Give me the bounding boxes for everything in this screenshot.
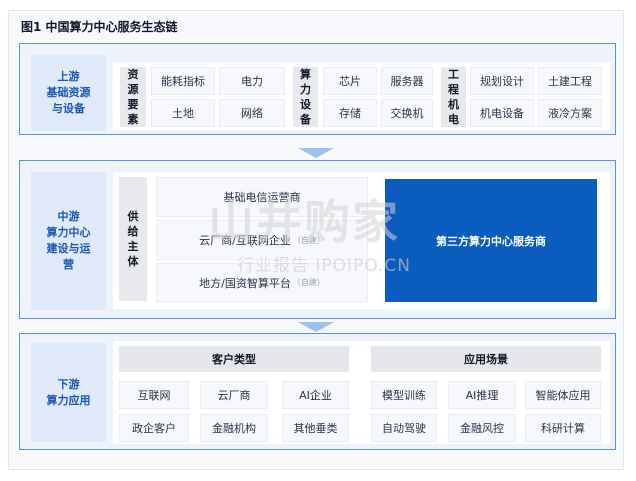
compute-item: 服务器 bbox=[381, 67, 433, 95]
third-party-provider-highlight: 第三方算力中心服务商 bbox=[385, 179, 597, 302]
upstream-label-line3: 与设备 bbox=[52, 102, 85, 115]
customer-item: AI企业 bbox=[282, 381, 349, 409]
compute-item: 存储 bbox=[323, 99, 377, 127]
scenario-item: 智能体应用 bbox=[525, 381, 601, 409]
downstream-label: 下游 算力应用 bbox=[31, 343, 106, 442]
midstream-label-line1: 中游 bbox=[57, 210, 80, 223]
supplier-note: （自建） bbox=[292, 278, 325, 287]
customer-item: 云厂商 bbox=[200, 381, 268, 409]
scenario-item: 科研计算 bbox=[525, 414, 601, 442]
supply-header: 供给主体 bbox=[119, 177, 147, 301]
flow-arrow-upstream-midstream bbox=[298, 148, 334, 158]
resource-item: 土地 bbox=[151, 99, 215, 127]
flow-arrow-midstream-downstream bbox=[298, 322, 334, 332]
engineering-item: 机电设备 bbox=[470, 99, 534, 127]
midstream-label: 中游 算力中心 建设与运 营 bbox=[31, 172, 106, 310]
scenarios-header: 应用场景 bbox=[371, 346, 601, 372]
resources-header: 资源要素 bbox=[120, 67, 146, 127]
customer-item: 互联网 bbox=[119, 381, 189, 409]
customer-item: 其他垂类 bbox=[282, 414, 349, 442]
compute-header: 算力设备 bbox=[293, 67, 318, 127]
engineering-item: 液冷方案 bbox=[538, 99, 602, 127]
figure-title: 图1 中国算力中心服务生态链 bbox=[21, 20, 178, 34]
resource-item: 电力 bbox=[219, 67, 285, 95]
customers-header: 客户类型 bbox=[119, 346, 349, 372]
scenario-item: 自动驾驶 bbox=[371, 414, 437, 442]
scenario-item: 金融风控 bbox=[448, 414, 516, 442]
midstream-label-line3: 建设与运 bbox=[46, 242, 91, 255]
compute-item: 交换机 bbox=[381, 99, 433, 127]
upstream-label: 上游 基础资源 与设备 bbox=[31, 55, 106, 131]
customer-item: 金融机构 bbox=[200, 414, 268, 442]
customer-item: 政企客户 bbox=[119, 414, 189, 442]
watermark-sub: 行业报告 IPOIPO.CN bbox=[237, 256, 411, 276]
upstream-label-line1: 上游 bbox=[57, 70, 80, 83]
engineering-item: 规划设计 bbox=[470, 67, 534, 95]
supplier-name: 地方/国资智算平台 bbox=[199, 276, 291, 290]
watermark-main: 山井购家 bbox=[208, 195, 400, 249]
engineering-item: 土建工程 bbox=[538, 67, 602, 95]
resource-item: 网络 bbox=[219, 99, 285, 127]
resource-item: 能耗指标 bbox=[151, 67, 215, 95]
midstream-label-line4: 营 bbox=[63, 258, 74, 271]
midstream-label-line2: 算力中心 bbox=[46, 226, 91, 239]
scenario-item: AI推理 bbox=[448, 381, 516, 409]
compute-item: 芯片 bbox=[323, 67, 377, 95]
upstream-label-line2: 基础资源 bbox=[46, 86, 91, 99]
engineering-header: 工程机电 bbox=[441, 67, 466, 127]
downstream-label-line2: 算力应用 bbox=[46, 393, 91, 407]
downstream-label-line1: 下游 bbox=[57, 377, 80, 391]
scenario-item: 模型训练 bbox=[371, 381, 437, 409]
